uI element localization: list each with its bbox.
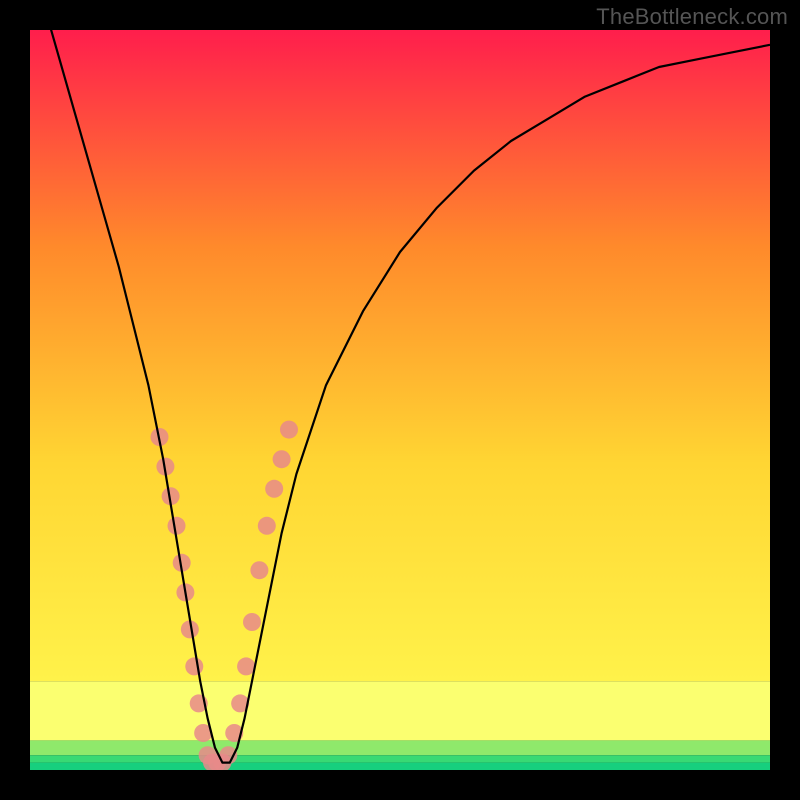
plot-area	[30, 30, 770, 770]
watermark-text: TheBottleneck.com	[596, 4, 788, 30]
gradient-band	[30, 763, 770, 770]
plot-svg	[30, 30, 770, 770]
chart-frame: TheBottleneck.com	[0, 0, 800, 800]
gradient-band	[30, 740, 770, 755]
gradient-band	[30, 755, 770, 762]
gradient-band	[30, 681, 770, 740]
